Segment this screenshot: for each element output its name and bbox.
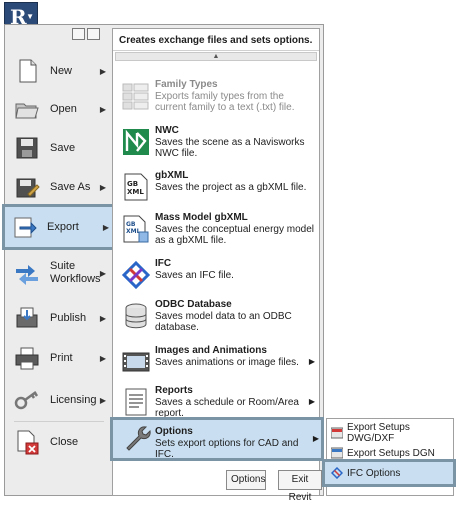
item-description: Saves animations or image files. bbox=[155, 357, 299, 368]
item-description: Saves the conceptual energy model as a g… bbox=[155, 224, 314, 246]
open-folder-icon bbox=[15, 103, 39, 119]
options-button[interactable]: Options bbox=[226, 470, 266, 490]
item-title: Mass Model gbXML bbox=[155, 212, 248, 223]
export-item-nwc[interactable]: NWC Saves the scene as a Navisworks NWC … bbox=[119, 125, 317, 167]
navisworks-icon bbox=[123, 129, 149, 155]
chevron-right-icon: ▶ bbox=[99, 353, 106, 363]
close-document-icon bbox=[17, 430, 39, 455]
item-description: Saves the scene as a Navisworks NWC file… bbox=[155, 137, 305, 159]
database-icon bbox=[125, 303, 147, 329]
new-document-icon bbox=[19, 59, 37, 83]
publish-icon bbox=[16, 307, 38, 328]
submenu-item-label: Export Setups DGN bbox=[347, 447, 435, 459]
menu-item-print[interactable]: Print ▶ bbox=[8, 337, 110, 379]
item-title: Family Types bbox=[155, 79, 218, 90]
menu-item-publish[interactable]: Publish ▶ bbox=[8, 297, 110, 339]
svg-text:GB: GB bbox=[127, 180, 138, 188]
submenu-item-label: IFC Options bbox=[347, 467, 401, 479]
item-title: Reports bbox=[155, 385, 193, 396]
menu-item-close[interactable]: Close bbox=[8, 421, 110, 463]
export-item-odbc-database[interactable]: ODBC Database Saves model data to an ODB… bbox=[119, 299, 317, 341]
panel-header: Creates exchange files and sets options. bbox=[113, 29, 319, 51]
submenu-item-ifc-options[interactable]: IFC Options bbox=[322, 459, 456, 487]
submenu-item-export-setups-dwg-dxf[interactable]: Export Setups DWG/DXF bbox=[331, 422, 453, 444]
report-icon bbox=[125, 388, 147, 416]
wrench-icon bbox=[126, 426, 151, 451]
menu-item-label: Print bbox=[50, 351, 73, 364]
recent-documents-icon[interactable] bbox=[72, 28, 85, 40]
chevron-right-icon: ▶ bbox=[308, 357, 315, 366]
menu-item-label: Export bbox=[47, 220, 79, 233]
menu-item-label: Open bbox=[50, 102, 77, 115]
menu-item-label: Save As bbox=[50, 180, 91, 193]
menu-item-new[interactable]: New ▶ bbox=[8, 50, 110, 92]
export-icon bbox=[14, 217, 37, 238]
item-title: Images and Animations bbox=[155, 345, 267, 356]
svg-text:XML: XML bbox=[127, 188, 144, 196]
svg-text:GB: GB bbox=[126, 221, 136, 228]
chevron-right-icon: ▶ bbox=[99, 182, 106, 192]
item-title: Options bbox=[155, 426, 193, 437]
menu-item-open[interactable]: Open ▶ bbox=[8, 88, 110, 130]
menu-item-suite-workflows[interactable]: Suite Workflows ▶ bbox=[8, 252, 110, 294]
menu-item-export[interactable]: Export ▶ bbox=[2, 204, 116, 250]
dgn-setup-icon bbox=[331, 447, 343, 459]
menu-item-label: Publish bbox=[50, 311, 87, 324]
chevron-right-icon: ▶ bbox=[99, 395, 106, 405]
menu-item-save-as[interactable]: Save As ▶ bbox=[8, 166, 110, 208]
menu-item-label: Save bbox=[50, 141, 76, 154]
exit-revit-button[interactable]: Exit Revit bbox=[278, 470, 322, 503]
item-description: Saves an IFC file. bbox=[155, 270, 234, 281]
item-description: Saves a schedule or Room/Area report. bbox=[155, 397, 299, 419]
svg-text:XML: XML bbox=[126, 228, 141, 235]
export-item-family-types[interactable]: Family Types Exports family types from t… bbox=[119, 79, 317, 121]
chevron-right-icon: ▶ bbox=[308, 397, 315, 406]
chevron-right-icon: ▶ bbox=[312, 434, 319, 443]
options-submenu: Export Setups DWG/DXF Export Setups DGN … bbox=[322, 418, 456, 496]
menu-item-label: Close bbox=[50, 435, 79, 448]
family-types-icon bbox=[122, 83, 149, 110]
dwg-setup-icon bbox=[331, 427, 343, 439]
chevron-right-icon: ▶ bbox=[102, 222, 109, 232]
gbxml-icon: GB XML bbox=[124, 173, 148, 201]
suite-workflows-icon bbox=[16, 265, 38, 285]
item-description: Saves model data to an ODBC database. bbox=[155, 311, 292, 333]
film-icon bbox=[122, 352, 150, 372]
export-item-images-animations[interactable]: Images and Animations Saves animations o… bbox=[119, 345, 317, 387]
export-item-ifc[interactable]: IFC Saves an IFC file. bbox=[119, 258, 317, 300]
menu-item-licensing[interactable]: Licensing ▶ bbox=[8, 379, 110, 421]
menu-item-save[interactable]: Save bbox=[8, 127, 110, 169]
item-description: Sets export options for CAD and IFC. bbox=[155, 438, 299, 460]
item-title: gbXML bbox=[155, 170, 189, 181]
export-panel: Creates exchange files and sets options.… bbox=[110, 28, 324, 496]
printer-icon bbox=[15, 347, 39, 370]
chevron-right-icon: ▶ bbox=[99, 268, 106, 278]
item-title: IFC bbox=[155, 258, 172, 269]
menu-item-label: Licensing bbox=[50, 393, 97, 406]
submenu-item-label: Export Setups DWG/DXF bbox=[347, 422, 410, 444]
ifc-icon bbox=[121, 260, 151, 290]
open-documents-icon[interactable] bbox=[87, 28, 100, 40]
menu-item-label: New bbox=[50, 64, 73, 77]
mass-model-gbxml-icon: GB XML bbox=[123, 215, 149, 243]
chevron-right-icon: ▶ bbox=[99, 104, 106, 114]
save-as-icon bbox=[16, 178, 40, 198]
export-item-gbxml[interactable]: GB XML gbXML Saves the project as a gbXM… bbox=[119, 170, 317, 212]
chevron-right-icon: ▶ bbox=[99, 313, 106, 323]
item-description: Saves the project as a gbXML file. bbox=[155, 182, 307, 193]
recent-open-toggle bbox=[72, 28, 100, 40]
export-item-options[interactable]: Options Sets export options for CAD and … bbox=[110, 417, 324, 461]
export-item-mass-model-gbxml[interactable]: GB XML Mass Model gbXML Saves the concep… bbox=[119, 212, 317, 254]
ifc-options-icon bbox=[331, 467, 343, 479]
scroll-up-button[interactable]: ▲ bbox=[115, 52, 317, 61]
save-disk-icon bbox=[16, 137, 38, 159]
item-description: Exports family types from the current fa… bbox=[155, 91, 295, 113]
chevron-down-icon: ▼ bbox=[26, 12, 34, 21]
chevron-right-icon: ▶ bbox=[99, 66, 106, 76]
item-title: ODBC Database bbox=[155, 299, 232, 310]
key-icon bbox=[14, 390, 39, 410]
item-title: NWC bbox=[155, 125, 179, 136]
